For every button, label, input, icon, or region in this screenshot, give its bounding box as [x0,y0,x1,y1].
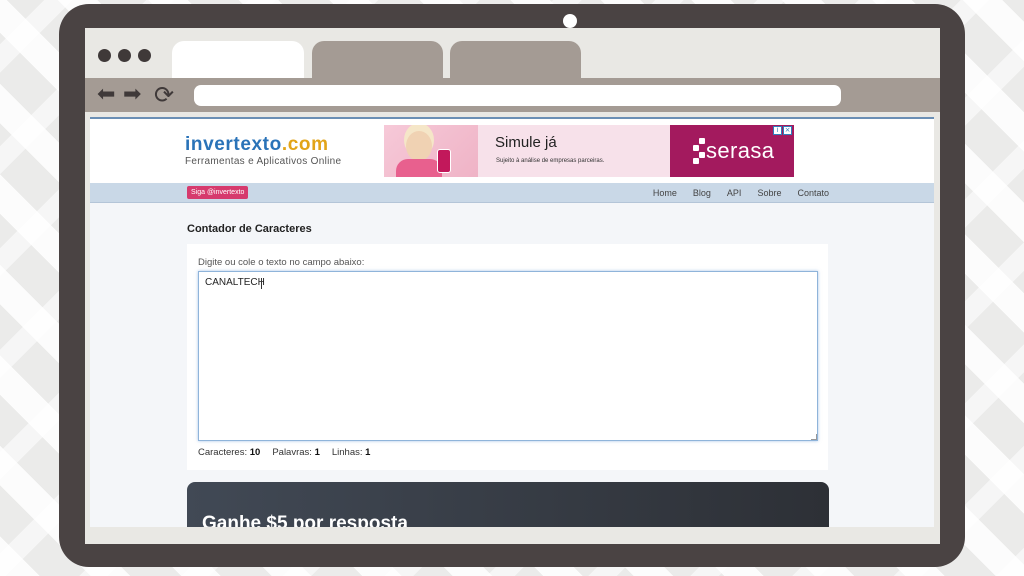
nav-link-home[interactable]: Home [653,188,677,198]
reload-icon[interactable]: ⟳ [154,82,174,108]
nav-link-sobre[interactable]: Sobre [757,188,781,198]
logo-main-text: invertexto [185,134,282,155]
browser-tab-2[interactable] [312,41,443,78]
stat-words-label: Palavras: [272,447,312,458]
stat-lines: Linhas: 1 [332,447,371,458]
ad-person-body [396,159,442,177]
nav-link-blog[interactable]: Blog [693,188,711,198]
back-arrow-icon[interactable]: ⬅ [97,82,115,108]
browser-tab-3[interactable] [450,41,581,78]
stat-lines-value: 1 [365,447,371,458]
browser-toolbar: ⬅ ➡ ⟳ [85,78,940,112]
ad-headline: Simule já [495,134,557,151]
ad-brand-name: serasa [706,138,775,163]
advertisement-banner[interactable]: Simule já Sujeito à análise de empresas … [384,125,794,177]
ad-info-icon[interactable]: i [773,126,782,135]
site-navbar: Siga @invertexto Home Blog API Sobre Con… [90,183,934,203]
camera-dot [563,14,577,28]
browser-window: ⬅ ➡ ⟳ invertexto.com Ferramentas e Aplic… [85,28,940,544]
text-input-area[interactable]: CANALTECH [198,271,818,441]
nav-link-api[interactable]: API [727,188,742,198]
page-viewport: invertexto.com Ferramentas e Aplicativos… [90,117,934,527]
window-minimize-dot[interactable] [118,49,131,62]
ad-choices[interactable]: i × [773,126,792,135]
stat-characters: Caracteres: 10 [198,447,260,458]
window-maximize-dot[interactable] [138,49,151,62]
ad-person-head [406,131,432,161]
logo-wordmark: invertexto.com [185,135,341,155]
browser-tab-active[interactable] [172,41,304,78]
stat-lines-label: Linhas: [331,447,363,458]
nav-link-contato[interactable]: Contato [797,188,829,198]
ad-disclaimer: Sujeito à análise de empresas parceiras. [496,158,605,164]
logo-tld-text: .com [281,134,329,155]
stat-characters-label: Caracteres: [198,447,248,458]
promo-banner[interactable]: Ganhe $5 por resposta [187,482,829,527]
site-logo[interactable]: invertexto.com Ferramentas e Aplicativos… [185,135,342,168]
main-content: Contador de Caracteres Digite ou cole o … [187,223,828,470]
forward-arrow-icon[interactable]: ➡ [123,82,141,108]
follow-button[interactable]: Siga @invertexto [187,186,249,199]
nav-links: Home Blog API Sobre Contato [653,183,829,203]
stat-words: Palavras: 1 [272,447,320,458]
page-title: Contador de Caracteres [187,223,312,235]
ad-close-icon[interactable]: × [783,126,792,135]
logo-tagline: Ferramentas e Aplicativos Online [185,156,342,167]
resize-grip-icon[interactable] [811,434,817,440]
window-close-dot[interactable] [98,49,111,62]
stat-words-value: 1 [314,447,320,458]
text-caret [261,278,262,289]
ad-photo [384,125,478,177]
tab-bar [85,28,940,78]
promo-banner-text: Ganhe $5 por resposta [202,513,408,527]
text-field-label: Digite ou cole o texto no campo abaixo: [198,257,365,268]
window-controls [98,49,151,62]
stat-characters-value: 10 [249,447,261,458]
counter-panel: Digite ou cole o texto no campo abaixo: … [187,244,828,470]
ad-phone-icon [437,149,451,173]
address-bar[interactable] [194,85,841,106]
site-header: invertexto.com Ferramentas e Aplicativos… [90,119,934,183]
counter-stats: Caracteres: 10 Palavras: 1 Linhas: 1 [198,447,370,458]
